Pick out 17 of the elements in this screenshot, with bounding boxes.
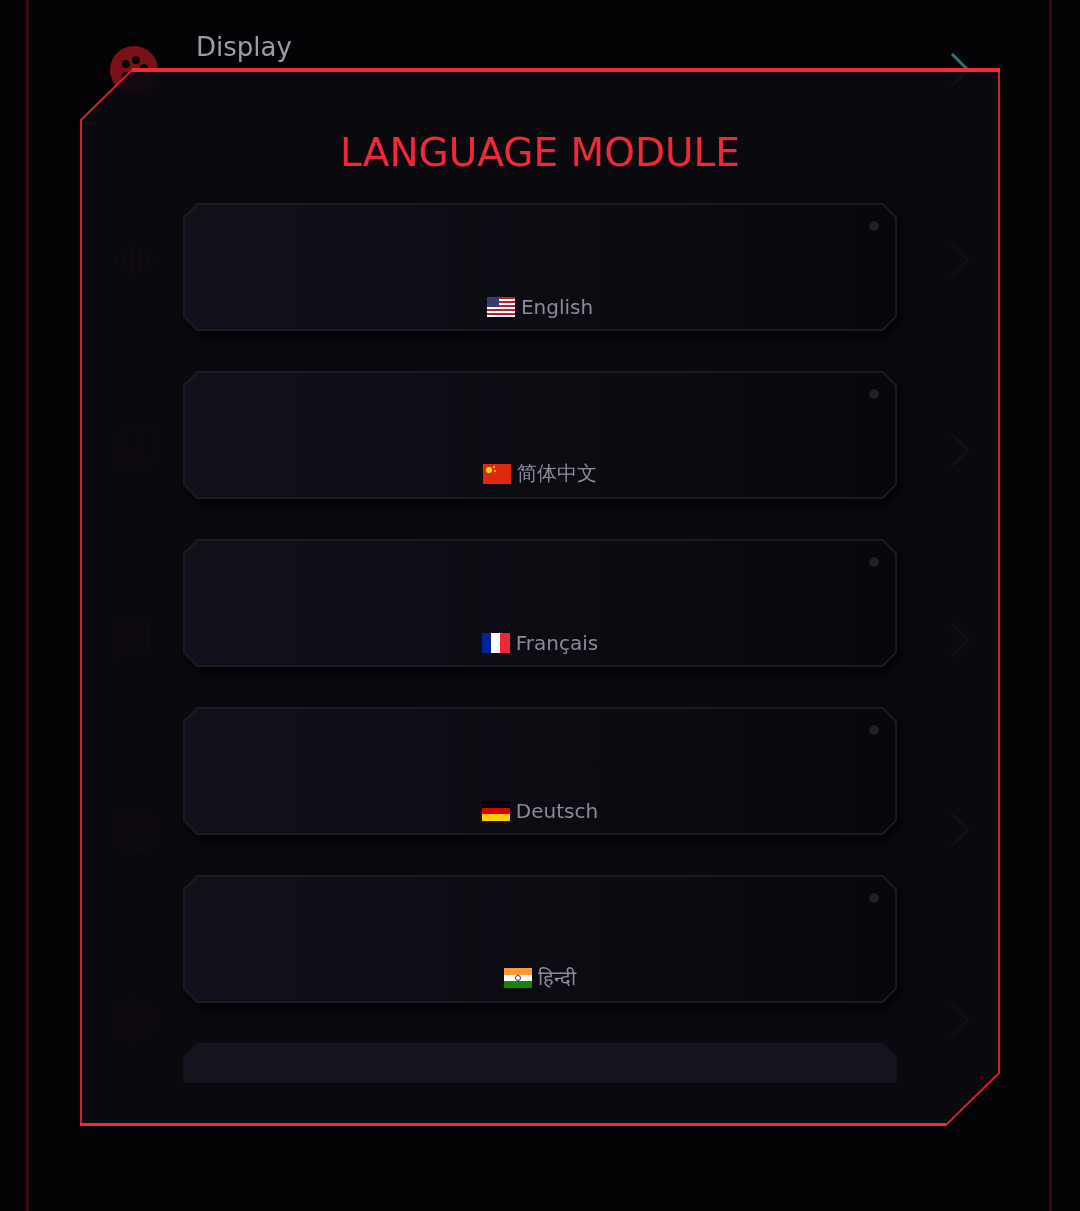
- dot-icon: [869, 389, 879, 399]
- flag-icon: [481, 801, 510, 821]
- dot-icon: [869, 557, 879, 567]
- dialog-title: LANGUAGE MODULE: [339, 130, 741, 177]
- language-option[interactable]: English: [183, 203, 897, 331]
- language-option[interactable]: 简体中文: [183, 371, 897, 499]
- item-title: Display: [196, 32, 293, 64]
- flag-icon: [481, 633, 510, 653]
- dot-icon: [869, 893, 879, 903]
- dot-icon: [869, 221, 879, 231]
- flag-icon: [486, 297, 515, 317]
- language-option[interactable]: Français: [183, 539, 897, 667]
- dot-icon: [869, 725, 879, 735]
- language-option[interactable]: Deutsch: [183, 707, 897, 835]
- flag-icon: [504, 967, 532, 988]
- language-option[interactable]: हिन्दी: [183, 875, 897, 1003]
- flag-icon: [483, 463, 511, 484]
